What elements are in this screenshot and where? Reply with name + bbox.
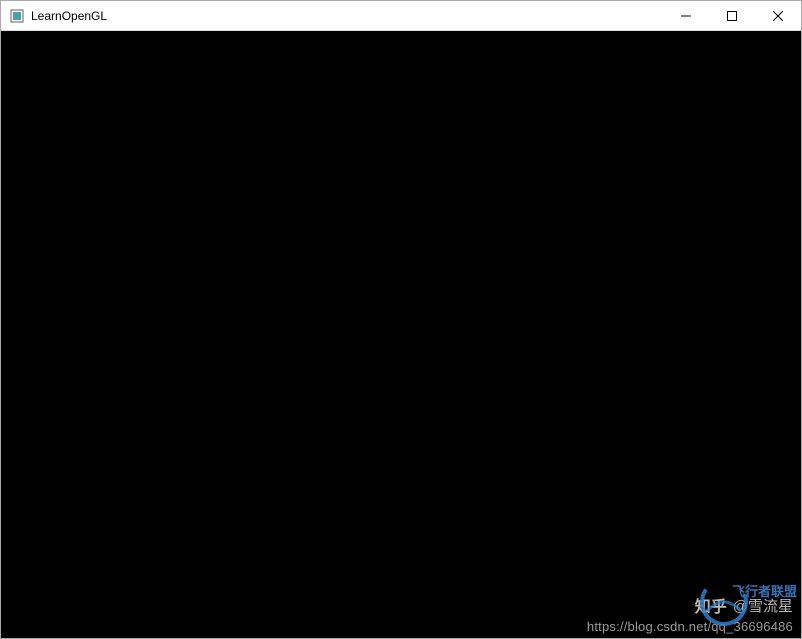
opengl-viewport: 飞行者联盟 知乎 @雪流星 https://blog.csdn.net/qq_3… <box>1 31 801 638</box>
watermark: 飞行者联盟 知乎 @雪流星 https://blog.csdn.net/qq_3… <box>587 593 793 634</box>
watermark-url: https://blog.csdn.net/qq_36696486 <box>587 619 793 634</box>
maximize-button[interactable] <box>709 1 755 30</box>
watermark-logo-icon <box>695 573 753 631</box>
window-titlebar[interactable]: LearnOpenGL <box>1 1 801 31</box>
window-title: LearnOpenGL <box>31 9 663 23</box>
zhihu-logo-text: 知乎 <box>695 593 727 617</box>
application-window: LearnOpenGL <box>0 0 802 639</box>
close-icon <box>773 11 783 21</box>
minimize-icon <box>681 11 691 21</box>
window-controls <box>663 1 801 30</box>
close-button[interactable] <box>755 1 801 30</box>
app-icon <box>9 8 25 24</box>
watermark-zhihu: 知乎 @雪流星 <box>587 593 793 617</box>
zhihu-handle: @雪流星 <box>733 595 793 616</box>
watermark-extra-text: 飞行者联盟 <box>732 581 797 600</box>
maximize-icon <box>727 11 737 21</box>
minimize-button[interactable] <box>663 1 709 30</box>
